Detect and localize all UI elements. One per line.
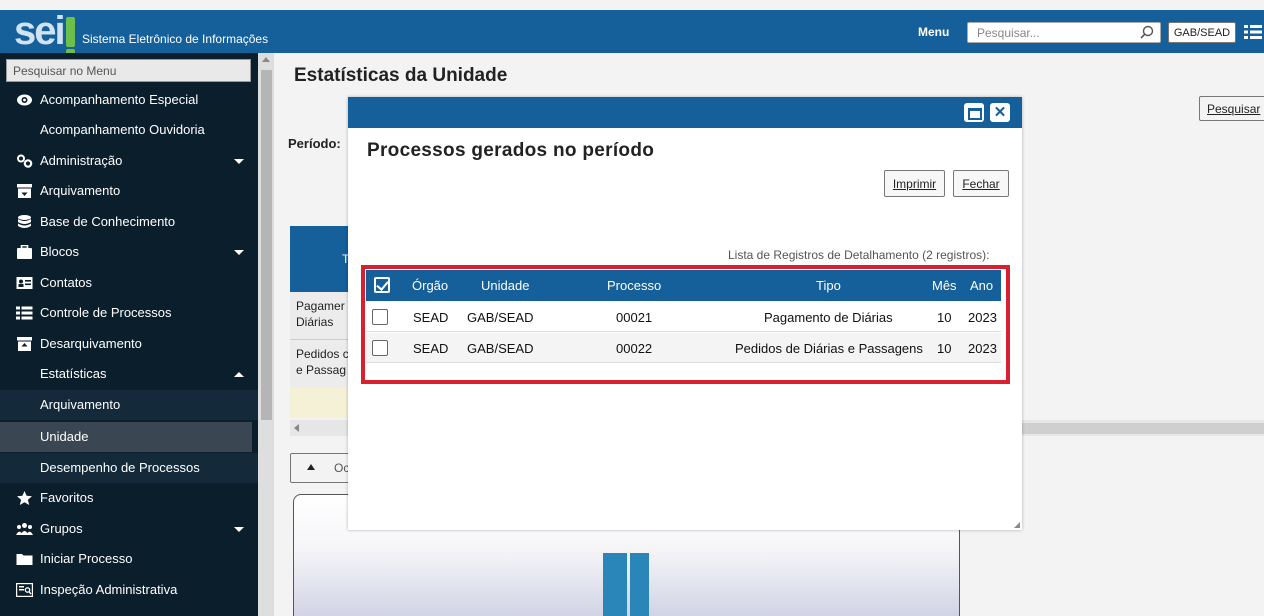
- sidebar-item-contatos[interactable]: Contatos: [0, 268, 258, 298]
- sidebar-item-label: Acompanhamento Ouvidoria: [40, 122, 205, 137]
- sidebar-item-label: Unidade: [40, 429, 89, 444]
- sidebar-item-label: Iniciar Processo: [40, 551, 133, 566]
- chevron-down-icon: [234, 250, 244, 255]
- caret-up-icon: [307, 464, 315, 470]
- sidebar-item-favoritos[interactable]: Favoritos: [0, 483, 258, 513]
- sidebar-scrollbar-thumb[interactable]: [261, 70, 272, 420]
- folder-icon: [16, 554, 33, 565]
- print-button-label: Imprimir: [892, 176, 937, 191]
- contact-card-icon: [16, 277, 33, 289]
- sidebar-item-acompanhamento-ouvidoria[interactable]: Acompanhamento Ouvidoria: [0, 115, 258, 145]
- sidebar-item-label: Arquivamento: [40, 183, 121, 198]
- sidebar-item-label: Inspeção Administrativa: [40, 582, 178, 597]
- archive-box-icon: [17, 184, 32, 198]
- sidebar-subitem-unidade[interactable]: Unidade: [0, 422, 252, 452]
- logo-text: sei: [14, 9, 66, 53]
- maximize-icon[interactable]: [964, 103, 984, 122]
- print-button[interactable]: Imprimir: [884, 170, 945, 197]
- sidebar-subitem-desempenho-de-processos[interactable]: Desempenho de Processos: [0, 453, 258, 483]
- sidebar-item-label: Acompanhamento Especial: [40, 92, 199, 107]
- sidebar-item-label: Favoritos: [40, 490, 94, 505]
- sidebar-item-label: Administração: [40, 153, 123, 168]
- sidebar-item-desarquivamento[interactable]: Desarquivamento: [0, 329, 258, 359]
- eye-icon: [17, 94, 32, 106]
- top-bar: sei Sistema Eletrônico de Informações Me…: [0, 9, 1264, 55]
- sidebar-item-iniciar-processo[interactable]: Iniciar Processo: [0, 544, 258, 574]
- unit-selector-button[interactable]: GAB/SEAD: [1168, 22, 1236, 43]
- sidebar-item-arquivamento[interactable]: Arquivamento: [0, 176, 258, 206]
- background-table-total-row: [290, 388, 350, 418]
- sidebar-menu: Acompanhamento Especial Acompanhamento O…: [0, 53, 258, 616]
- page-title: Estatísticas da Unidade: [294, 65, 508, 86]
- horizontal-scrollbar-thumb[interactable]: [1022, 423, 1264, 434]
- scroll-left-arrow-icon[interactable]: [294, 424, 299, 432]
- period-label: Período:: [288, 136, 341, 151]
- global-search-input[interactable]: [967, 22, 1161, 43]
- sidebar-item-base-de-conhecimento[interactable]: Base de Conhecimento: [0, 207, 258, 237]
- highlight-annotation-box: [361, 265, 1010, 384]
- close-button[interactable]: Fechar: [953, 170, 1009, 197]
- sidebar-item-acompanhamento-especial[interactable]: Acompanhamento Especial: [0, 85, 258, 115]
- sidebar-item-blocos[interactable]: Blocos: [0, 237, 258, 267]
- users-icon: [16, 523, 33, 535]
- chart-bar: [603, 553, 627, 616]
- menu-grid-icon[interactable]: [1244, 24, 1262, 40]
- sidebar-item-label: Desempenho de Processos: [40, 460, 200, 475]
- close-icon[interactable]: ✕: [990, 103, 1010, 122]
- chart-bar: [630, 553, 649, 616]
- star-icon: [17, 491, 32, 505]
- modal-title: Processos gerados no período: [367, 140, 655, 161]
- sidebar-item-grupos[interactable]: Grupos: [0, 514, 258, 544]
- sidebar-item-inspecao-administrativa[interactable]: Inspeção Administrativa: [0, 575, 258, 605]
- scroll-up-arrow-icon[interactable]: [262, 57, 270, 62]
- sidebar-item-label: Desarquivamento: [40, 336, 142, 351]
- background-table-header: T: [290, 226, 350, 292]
- resize-handle-icon[interactable]: [1014, 522, 1020, 528]
- sidebar-subitem-arquivamento[interactable]: Arquivamento: [0, 390, 258, 420]
- sidebar-item-label: Contatos: [40, 275, 93, 290]
- logo-mark: [65, 17, 75, 55]
- background-table-cell[interactable]: Pagamer Diárias: [290, 292, 350, 340]
- modal-header: ✕: [348, 97, 1022, 128]
- database-icon: [18, 215, 31, 228]
- chevron-up-icon: [234, 372, 244, 377]
- sidebar-item-administracao[interactable]: Administração: [0, 146, 258, 176]
- table-caption: Lista de Registros de Detalhamento (2 re…: [728, 248, 990, 262]
- sidebar-item-label: Base de Conhecimento: [40, 214, 176, 229]
- list-icon: [16, 306, 33, 320]
- menu-link[interactable]: Menu: [918, 25, 949, 39]
- pesquisar-button-label: Pesquisar: [1207, 101, 1261, 116]
- sidebar-item-label: Controle de Processos: [40, 305, 172, 320]
- background-table-cell[interactable]: Pedidos c e Passag: [290, 340, 350, 388]
- sidebar-item-label: Blocos: [40, 244, 80, 259]
- briefcase-icon: [17, 245, 32, 259]
- sidebar-item-estatisticas[interactable]: Estatísticas: [0, 359, 258, 389]
- sidebar-item-label: Estatísticas: [40, 366, 107, 381]
- screen: sei Sistema Eletrônico de Informações Me…: [0, 0, 1264, 616]
- chevron-down-icon: [234, 527, 244, 532]
- sidebar-item-controle-de-processos[interactable]: Controle de Processos: [0, 298, 258, 328]
- sidebar-item-label: Arquivamento: [40, 397, 121, 412]
- pesquisar-button[interactable]: Pesquisar: [1199, 96, 1264, 121]
- sidebar-item-label: Grupos: [40, 521, 83, 536]
- sei-logo[interactable]: sei: [14, 9, 75, 55]
- toggle-section-button[interactable]: Oc: [290, 453, 350, 483]
- detail-modal: ✕ Processos gerados no período Imprimir …: [348, 97, 1022, 530]
- system-name: Sistema Eletrônico de Informações: [82, 32, 269, 46]
- menu-search-input[interactable]: [6, 59, 251, 82]
- close-button-label: Fechar: [962, 176, 1000, 191]
- inspection-icon: [16, 583, 33, 597]
- unarchive-box-icon: [17, 337, 32, 351]
- chevron-down-icon: [234, 159, 244, 164]
- gears-icon: [17, 154, 33, 168]
- search-icon[interactable]: [1140, 25, 1154, 39]
